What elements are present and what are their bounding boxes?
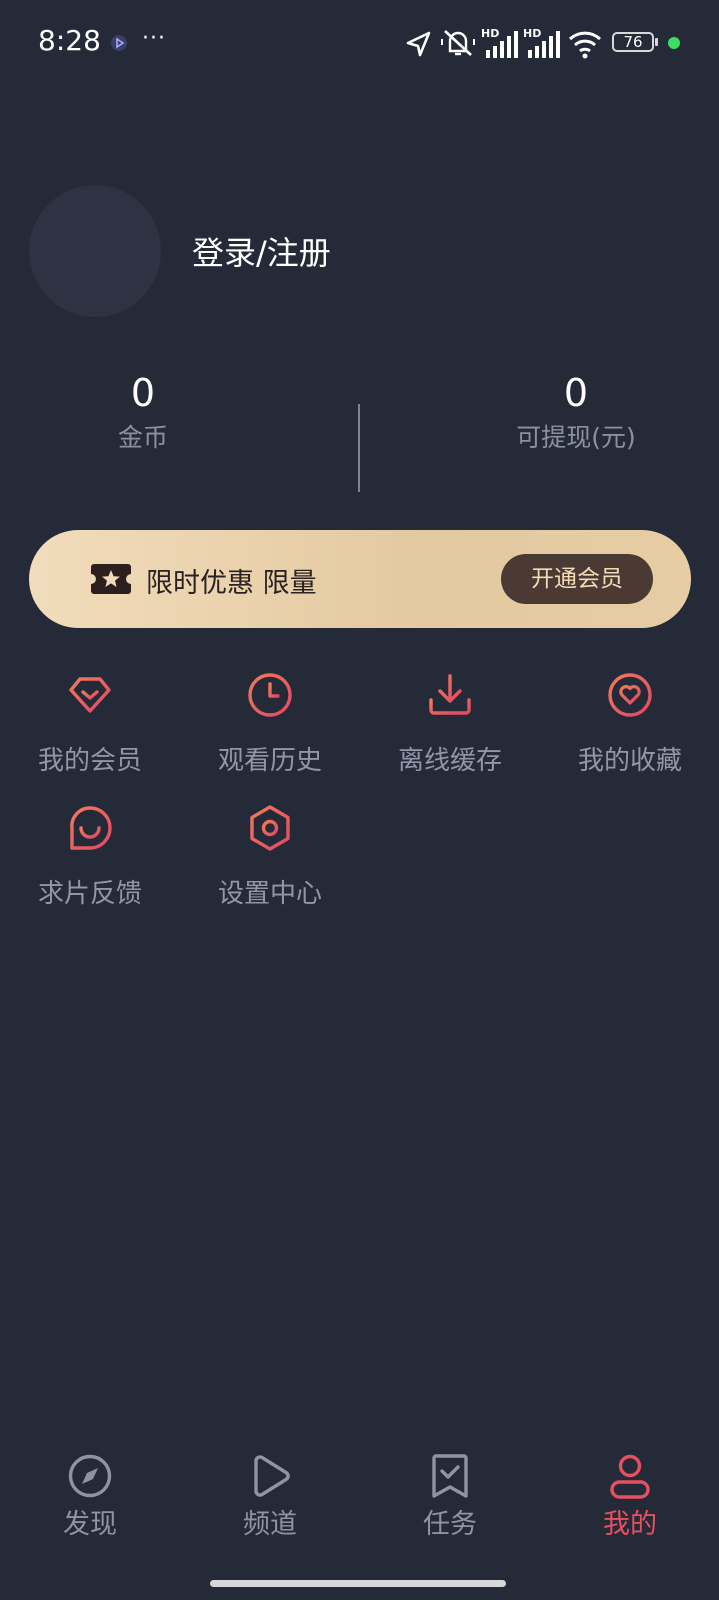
heart-icon bbox=[608, 673, 652, 717]
tab-tasks[interactable]: 任务 bbox=[360, 1452, 540, 1541]
play-icon bbox=[254, 1455, 290, 1497]
menu-label: 离线缓存 bbox=[397, 746, 502, 776]
media-play-icon bbox=[111, 35, 127, 51]
chat-icon bbox=[70, 806, 112, 850]
login-register-link[interactable]: 登录/注册 bbox=[192, 228, 331, 274]
privacy-indicator-dot bbox=[668, 37, 680, 49]
coins-label: 金币 bbox=[117, 423, 168, 452]
status-time: 8:28 bbox=[38, 24, 101, 57]
menu-label: 设置中心 bbox=[217, 879, 322, 909]
signal-2-icon bbox=[528, 31, 560, 58]
menu-my-vip[interactable]: 我的会员 bbox=[0, 670, 180, 777]
tab-mine[interactable]: 我的 bbox=[540, 1452, 719, 1541]
withdrawable-stat[interactable]: 0 可提现(元) bbox=[476, 370, 676, 454]
diamond-icon bbox=[69, 677, 111, 713]
tab-discover[interactable]: 发现 bbox=[0, 1452, 180, 1541]
download-icon bbox=[429, 674, 471, 715]
menu-settings-center[interactable]: 设置中心 bbox=[180, 803, 360, 910]
vip-promo-banner[interactable]: 限时优惠 限量 开通会员 bbox=[29, 530, 691, 628]
menu-offline-cache[interactable]: 离线缓存 bbox=[360, 670, 540, 777]
more-notifications-icon: ··· bbox=[142, 26, 166, 51]
stats-divider bbox=[358, 404, 360, 492]
battery-indicator: 76 bbox=[612, 32, 654, 52]
withdrawable-value: 0 bbox=[563, 371, 589, 415]
settings-icon bbox=[250, 805, 290, 851]
tab-label: 我的 bbox=[603, 1509, 657, 1540]
withdrawable-label: 可提现(元) bbox=[516, 423, 636, 452]
tab-label: 发现 bbox=[63, 1509, 117, 1540]
mute-bell-icon bbox=[441, 30, 475, 56]
menu-label: 我的收藏 bbox=[577, 746, 682, 776]
user-icon bbox=[610, 1454, 650, 1499]
vip-ticket-icon bbox=[91, 564, 131, 594]
tab-label: 频道 bbox=[243, 1509, 297, 1540]
open-vip-button[interactable]: 开通会员 bbox=[501, 554, 653, 604]
status-bar: 8:28 ··· HD HD 76 bbox=[0, 0, 719, 86]
menu-my-favorites[interactable]: 我的收藏 bbox=[540, 670, 719, 777]
menu-request-feedback[interactable]: 求片反馈 bbox=[0, 803, 180, 910]
coins-value: 0 bbox=[130, 371, 156, 415]
tab-channel[interactable]: 频道 bbox=[180, 1452, 360, 1541]
home-indicator[interactable] bbox=[210, 1580, 506, 1587]
menu-watch-history[interactable]: 观看历史 bbox=[180, 670, 360, 777]
menu-label: 我的会员 bbox=[37, 746, 142, 776]
wifi-icon bbox=[568, 31, 602, 59]
signal-1-icon bbox=[486, 31, 518, 58]
task-icon bbox=[432, 1454, 468, 1498]
menu-label: 观看历史 bbox=[217, 746, 322, 776]
vip-promo-text: 限时优惠 限量 bbox=[146, 568, 317, 599]
avatar[interactable] bbox=[29, 185, 161, 317]
coins-stat[interactable]: 0 金币 bbox=[43, 370, 243, 454]
battery-nub bbox=[655, 38, 658, 46]
menu-label: 求片反馈 bbox=[37, 879, 142, 909]
tab-label: 任务 bbox=[423, 1509, 477, 1540]
location-icon bbox=[406, 31, 431, 57]
clock-icon bbox=[248, 673, 292, 717]
compass-icon bbox=[68, 1454, 112, 1498]
